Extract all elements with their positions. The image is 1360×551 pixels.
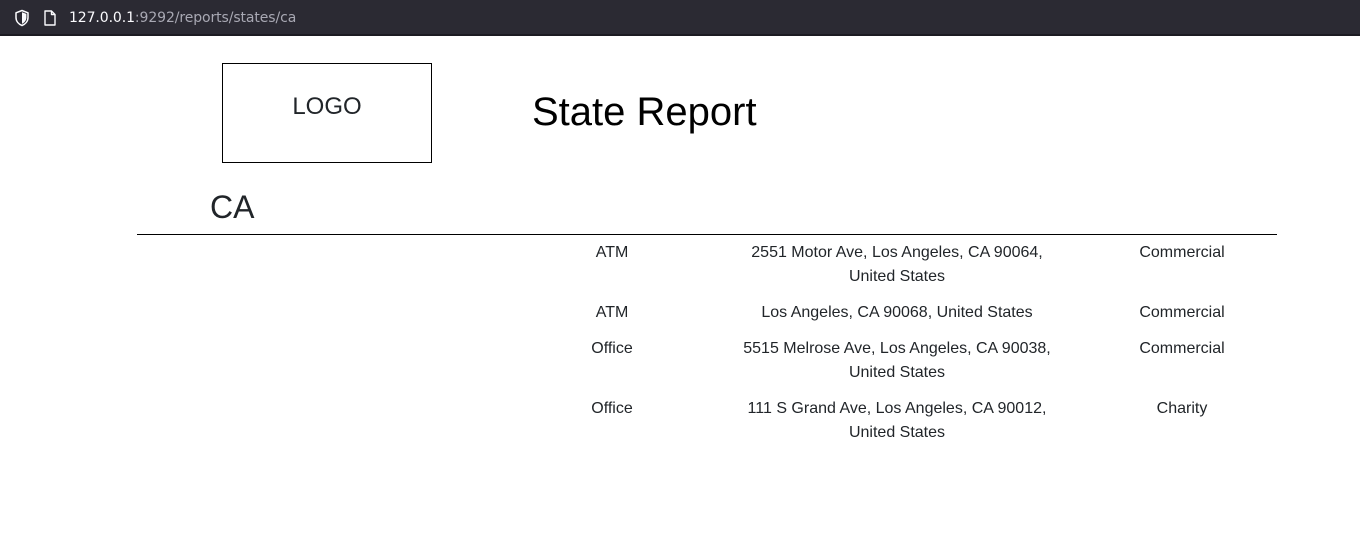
shield-icon[interactable] <box>13 9 31 27</box>
state-heading: CA <box>210 189 255 225</box>
empty-cell <box>137 295 517 331</box>
category-cell: Commercial <box>1139 340 1225 357</box>
address-text: 5515 Melrose Ave, Los Angeles, CA 90038,… <box>743 340 1051 381</box>
empty-cell <box>137 391 517 451</box>
address-cell: 5515 Melrose Ave, Los Angeles, CA 90038,… <box>707 331 1087 391</box>
page-icon <box>44 10 56 26</box>
category-cell: Charity <box>1156 400 1208 417</box>
address-cell: 111 S Grand Ave, Los Angeles, CA 90012, … <box>707 391 1087 451</box>
address-cell: 2551 Motor Ave, Los Angeles, CA 90064, U… <box>707 235 1087 295</box>
report-table: ATM 2551 Motor Ave, Los Angeles, CA 9006… <box>137 235 1277 451</box>
address-text: 111 S Grand Ave, Los Angeles, CA 90012, … <box>747 400 1047 441</box>
location-type-cell: ATM <box>595 304 629 321</box>
location-type-cell: Office <box>591 340 633 357</box>
address-cell: Los Angeles, CA 90068, United States <box>707 295 1087 331</box>
url-path: :9292/reports/states/ca <box>134 10 297 26</box>
category-cell: Commercial <box>1139 304 1225 321</box>
table-row: ATM Los Angeles, CA 90068, United States… <box>137 295 1277 331</box>
page-title: State Report <box>532 90 757 134</box>
table-row: Office 111 S Grand Ave, Los Angeles, CA … <box>137 391 1277 451</box>
empty-cell <box>137 235 517 295</box>
empty-cell <box>137 331 517 391</box>
category-cell: Commercial <box>1139 244 1225 261</box>
address-text: 2551 Motor Ave, Los Angeles, CA 90064, U… <box>751 244 1043 285</box>
table-row: Office 5515 Melrose Ave, Los Angeles, CA… <box>137 331 1277 391</box>
logo-text: LOGO <box>292 93 362 120</box>
address-text: Los Angeles, CA 90068, United States <box>761 304 1033 321</box>
logo-placeholder: LOGO <box>222 63 432 163</box>
table-row: ATM 2551 Motor Ave, Los Angeles, CA 9006… <box>137 235 1277 295</box>
url-text[interactable]: 127.0.0.1:9292/reports/states/ca <box>69 9 296 27</box>
location-type-cell: Office <box>591 400 633 417</box>
location-type-cell: ATM <box>595 244 629 261</box>
browser-address-bar[interactable]: 127.0.0.1:9292/reports/states/ca <box>0 0 1360 36</box>
url-host: 127.0.0.1 <box>69 10 135 26</box>
